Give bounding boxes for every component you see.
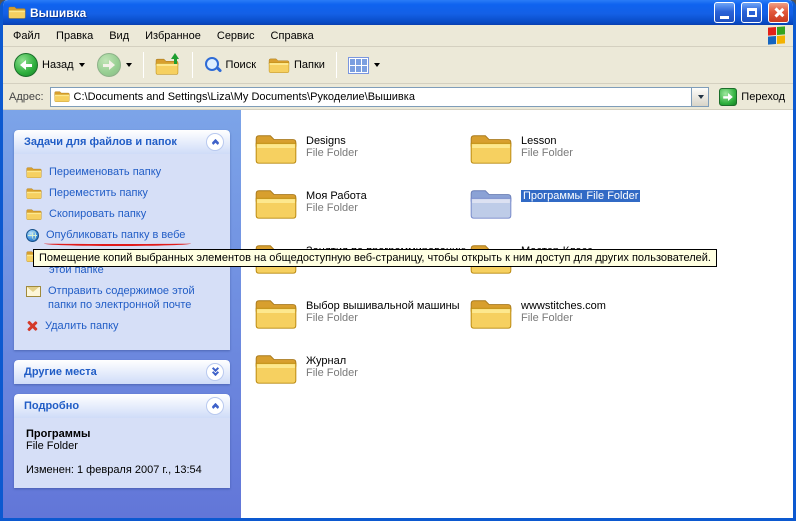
task-rename-folder[interactable]: Переименовать папку (26, 165, 224, 179)
task-publish-folder-web[interactable]: Опубликовать папку в вебе (26, 228, 224, 242)
main-area: Задачи для файлов и папок Переименовать … (3, 110, 793, 518)
forward-button[interactable] (92, 50, 137, 80)
email-icon (26, 286, 41, 297)
toolbar-separator (192, 52, 193, 78)
menu-edit[interactable]: Правка (48, 27, 101, 45)
back-button[interactable]: Назад (9, 50, 90, 80)
task-email-folder[interactable]: Отправить содержимое этой папки по элект… (26, 284, 224, 312)
tooltip-publish-web: Помещение копий выбранных элементов на о… (33, 249, 717, 267)
address-dropdown-icon (698, 95, 704, 99)
file-item[interactable]: DesignsFile Folder (254, 132, 469, 187)
views-icon (348, 57, 369, 74)
close-button[interactable] (768, 2, 789, 23)
forward-icon (97, 53, 121, 77)
close-icon (773, 7, 784, 18)
file-item[interactable]: ЖурналFile Folder (254, 352, 469, 407)
maximize-button[interactable] (741, 2, 762, 23)
rename-folder-icon (26, 166, 42, 179)
address-dropdown-button[interactable] (691, 88, 708, 106)
menu-tools[interactable]: Сервис (209, 27, 263, 45)
other-places-header[interactable]: Другие места (14, 360, 230, 384)
panel-file-tasks: Задачи для файлов и папок Переименовать … (14, 130, 230, 350)
menu-file[interactable]: Файл (5, 27, 48, 45)
folder-icon (254, 297, 298, 331)
menu-favorites[interactable]: Избранное (137, 27, 209, 45)
other-places-title: Другие места (24, 366, 97, 378)
folders-icon (268, 57, 290, 74)
explorer-window: Вышивка Файл Правка Вид Избранное Сервис… (0, 0, 796, 521)
back-icon (14, 53, 38, 77)
collapse-chevron-icon[interactable] (206, 397, 224, 415)
search-icon (204, 56, 222, 74)
task-move-folder[interactable]: Переместить папку (26, 186, 224, 200)
file-item[interactable]: Моя РаботаFile Folder (254, 187, 469, 242)
folder-icon (254, 352, 298, 386)
go-button[interactable]: Переход (715, 86, 789, 108)
toolbar-separator (143, 52, 144, 78)
forward-dropdown-icon[interactable] (126, 63, 132, 67)
menu-bar: Файл Правка Вид Избранное Сервис Справка (3, 25, 793, 47)
minimize-icon (720, 16, 729, 19)
delete-icon (26, 320, 38, 332)
address-input[interactable] (70, 89, 692, 105)
folder-icon (469, 297, 513, 331)
details-header[interactable]: Подробно (14, 394, 230, 418)
up-folder-icon (155, 54, 181, 76)
minimize-button[interactable] (714, 2, 735, 23)
copy-folder-icon (26, 208, 42, 221)
windows-logo-icon (768, 26, 785, 44)
task-delete-folder[interactable]: Удалить папку (26, 319, 224, 333)
file-grid: DesignsFile Folder Моя РаботаFile Folder… (254, 132, 793, 407)
address-bar: Адрес: Переход (3, 84, 793, 110)
file-tasks-header[interactable]: Задачи для файлов и папок (14, 130, 230, 154)
folders-label: Папки (294, 59, 325, 71)
title-bar[interactable]: Вышивка (3, 0, 793, 25)
collapse-chevron-icon[interactable] (206, 133, 224, 151)
folder-icon-selected (469, 187, 513, 221)
search-button[interactable]: Поиск (199, 53, 261, 77)
move-folder-icon (26, 187, 42, 200)
file-item[interactable]: LessonFile Folder (469, 132, 684, 187)
publish-web-icon (26, 229, 39, 242)
folder-icon (254, 187, 298, 221)
details-title: Подробно (24, 400, 79, 412)
address-folder-icon (54, 90, 70, 103)
back-label: Назад (42, 59, 74, 71)
views-button[interactable] (343, 54, 385, 77)
folders-button[interactable]: Папки (263, 54, 330, 77)
file-item-selected[interactable]: ПрограммыFile Folder (469, 187, 684, 242)
window-folder-icon (8, 5, 26, 20)
views-dropdown-icon[interactable] (374, 63, 380, 67)
details-file-type: File Folder (26, 440, 220, 452)
folder-icon (254, 132, 298, 166)
file-list-area: DesignsFile Folder Моя РаботаFile Folder… (241, 110, 793, 518)
search-label: Поиск (226, 59, 256, 71)
panel-other-places: Другие места (14, 360, 230, 384)
file-item[interactable]: wwwstitches.comFile Folder (469, 297, 684, 352)
toolbar-separator (336, 52, 337, 78)
go-icon (719, 88, 737, 106)
file-tasks-title: Задачи для файлов и папок (24, 136, 177, 148)
address-combo[interactable] (50, 87, 710, 107)
red-underline-annotation (44, 241, 191, 246)
window-title: Вышивка (30, 6, 708, 20)
maximize-icon (747, 8, 757, 17)
task-pane: Задачи для файлов и папок Переименовать … (3, 110, 241, 518)
expand-chevron-icon[interactable] (206, 363, 224, 381)
details-file-name: Программы (26, 428, 220, 440)
task-copy-folder[interactable]: Скопировать папку (26, 207, 224, 221)
panel-details: Подробно Программы File Folder Изменен: … (14, 394, 230, 488)
back-dropdown-icon[interactable] (79, 63, 85, 67)
up-button[interactable] (150, 51, 186, 79)
go-label: Переход (741, 91, 785, 103)
details-modified: Изменен: 1 февраля 2007 г., 13:54 (26, 464, 220, 476)
menu-help[interactable]: Справка (263, 27, 322, 45)
standard-buttons-toolbar: Назад Поиск Папки (3, 47, 793, 84)
file-item[interactable]: Выбор вышивальной машиныFile Folder (254, 297, 469, 352)
address-label: Адрес: (7, 91, 44, 103)
folder-icon (469, 132, 513, 166)
menu-view[interactable]: Вид (101, 27, 137, 45)
details-body: Программы File Folder Изменен: 1 февраля… (14, 418, 230, 488)
